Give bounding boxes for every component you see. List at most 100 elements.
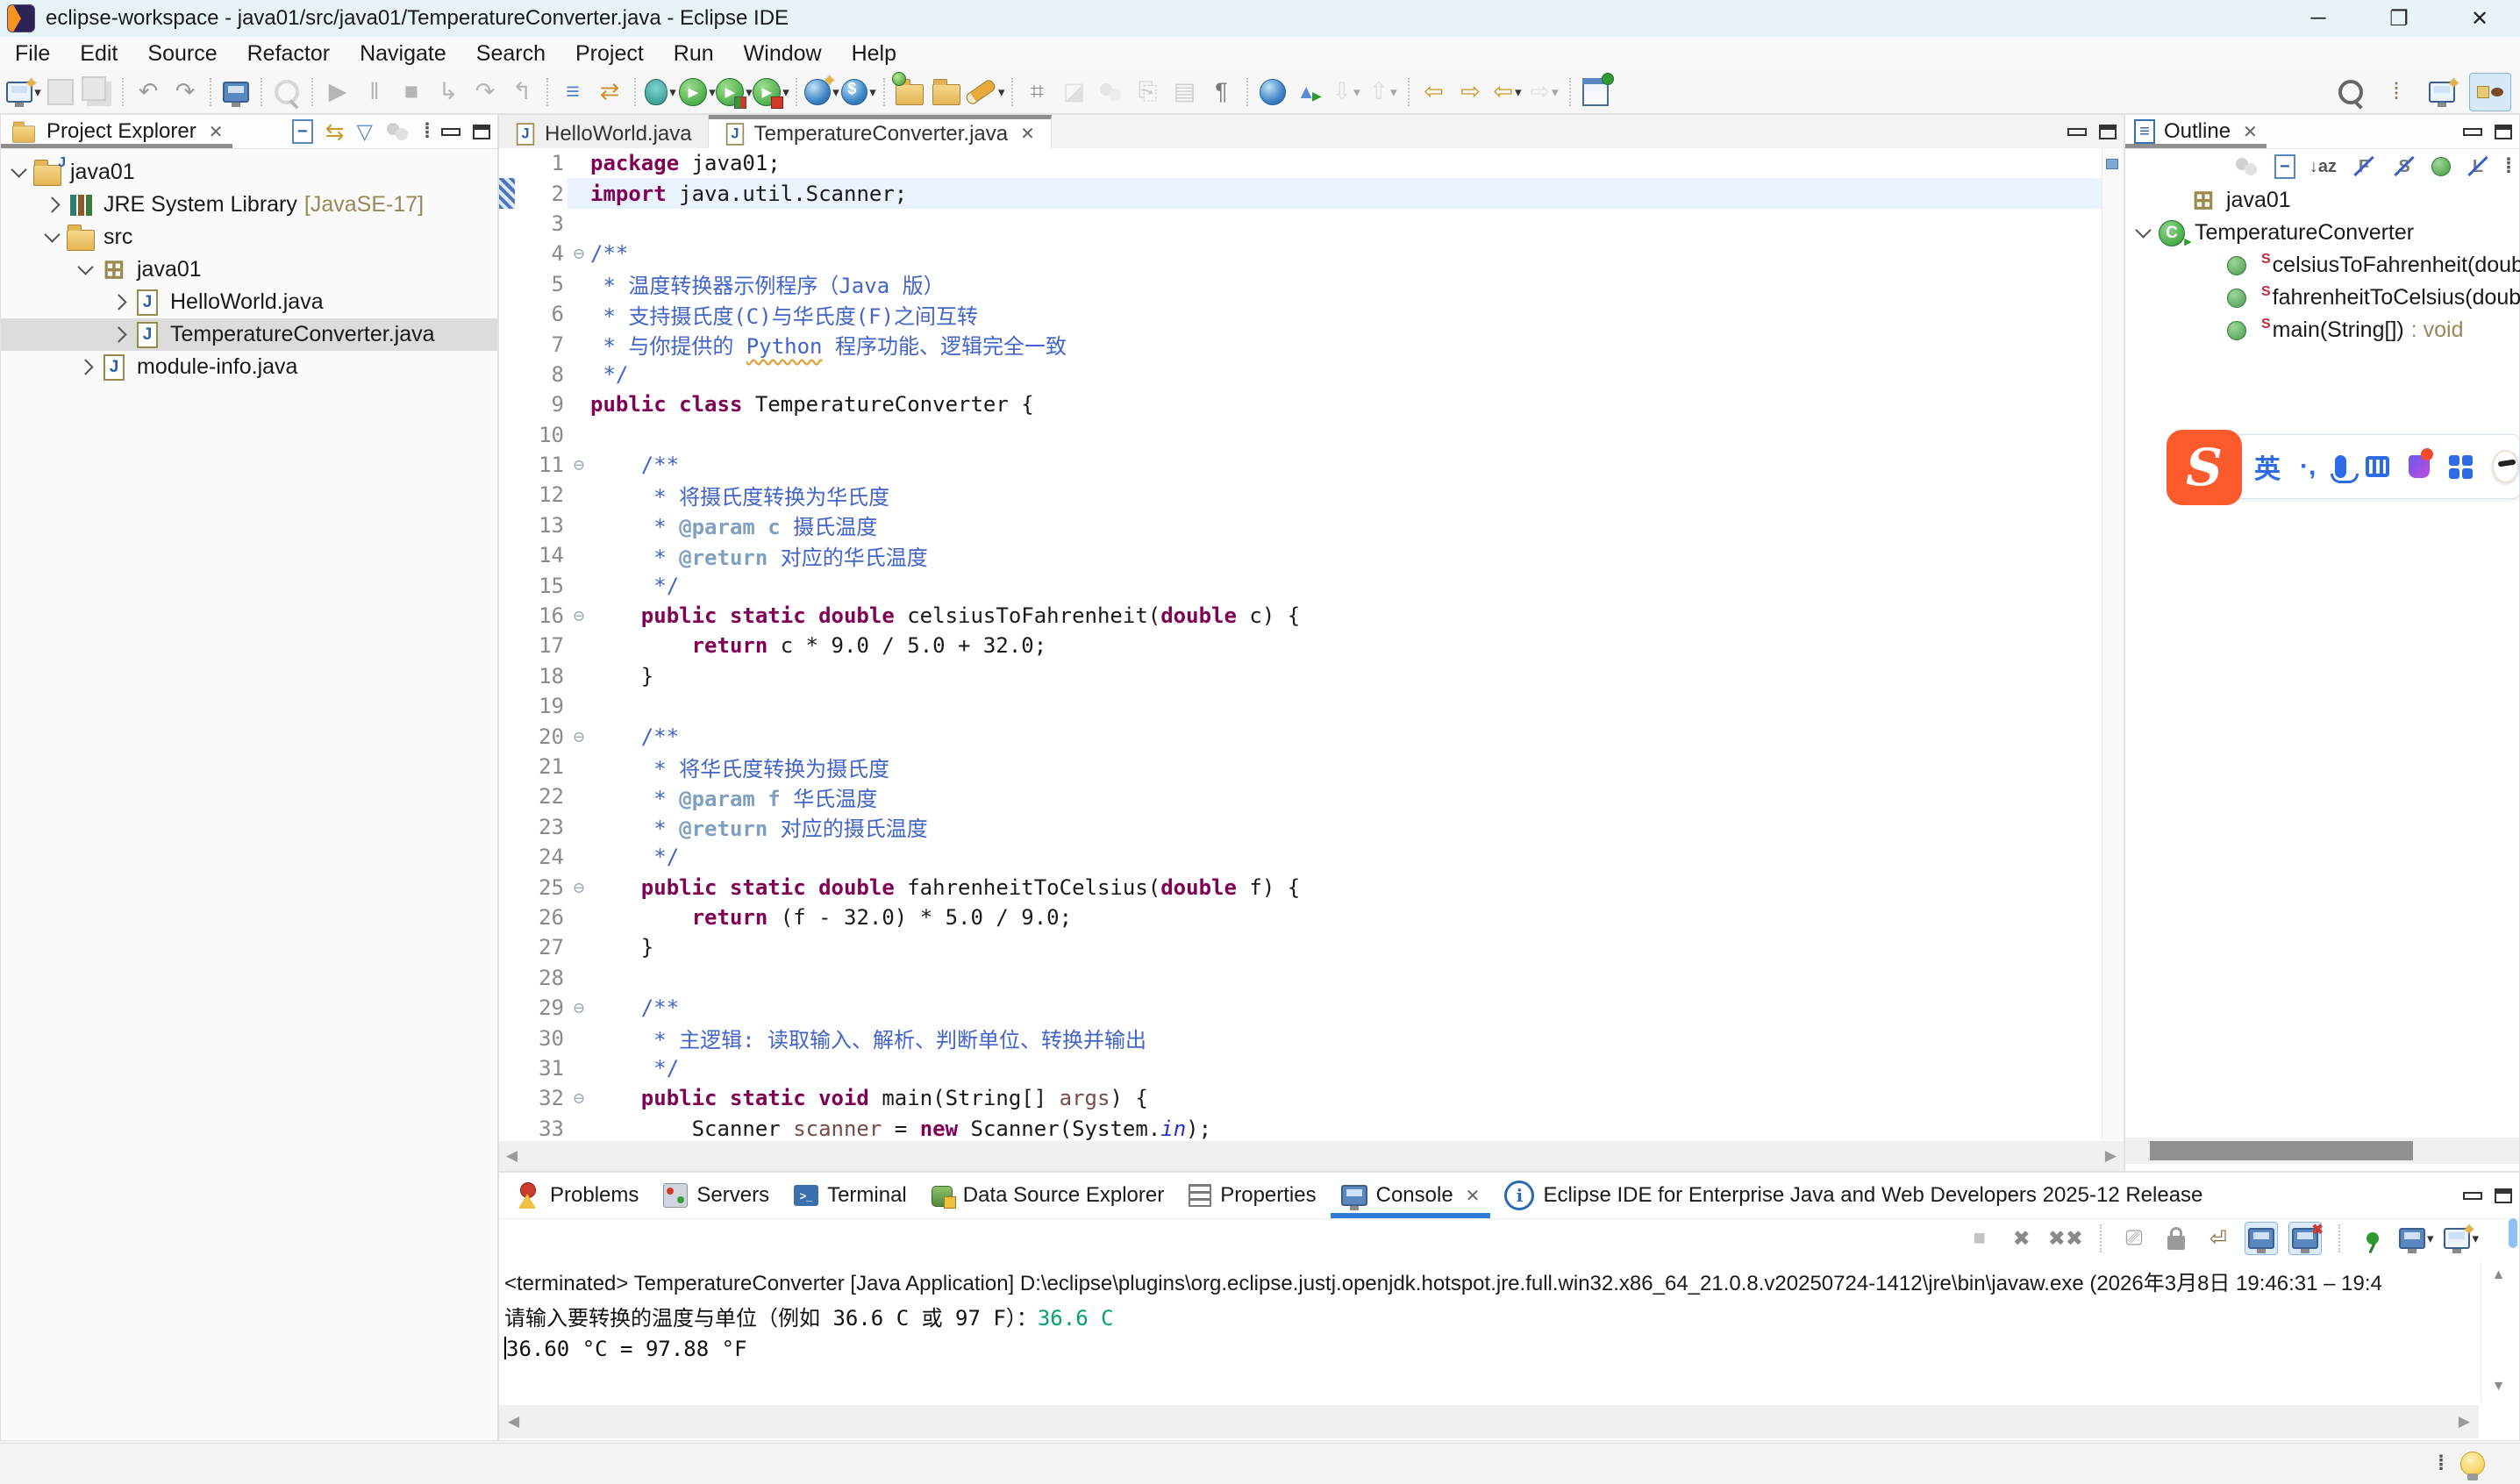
dropdown-arrow-icon[interactable]: ▾ [782,84,789,100]
resume[interactable]: ▶ [319,74,356,111]
hide-local-types-icon[interactable]: L [2465,153,2491,180]
open-element-icon[interactable] [218,74,254,111]
next-annotation[interactable]: ⇩▾ [1328,74,1365,111]
dropdown-arrow-icon[interactable]: ▾ [869,84,876,100]
suspend[interactable]: ‖ [356,74,393,111]
new-web-wizard-icon[interactable]: ✦▾ [803,74,840,111]
menu-refactor[interactable]: Refactor [232,37,345,70]
tree-item-jre-system-library[interactable]: JRE System Library [JavaSE-17] [1,189,497,221]
terminate[interactable]: ■ [1964,1223,1995,1254]
show-public-icon[interactable] [2431,157,2451,176]
fold-collapse-icon[interactable]: ⊖ [568,726,590,747]
expander-icon[interactable] [2135,222,2151,238]
emoji-icon[interactable] [2492,450,2519,483]
dropdown-arrow-icon[interactable]: ▾ [746,84,753,100]
bubbles-icon[interactable] [385,121,411,142]
step-into[interactable]: ↳ [430,74,467,111]
forward-history[interactable]: ⇨▾ [1526,74,1563,111]
step-return[interactable]: ↰ [503,74,540,111]
fold-collapse-icon[interactable]: ⊖ [568,605,590,626]
minimize-button[interactable]: ─ [2278,0,2359,37]
minimize-icon[interactable] [2067,128,2087,136]
editor-hscrollbar[interactable]: ◀ ▶ [499,1141,2124,1171]
console-vscrollbar[interactable]: ▲ ▼ [2481,1260,2516,1402]
view-menu[interactable]: ⁞ [2378,74,2415,111]
close-icon[interactable]: ✕ [1466,1185,1481,1207]
remove-launch[interactable]: ✖ [2006,1223,2038,1254]
dropdown-arrow-icon[interactable]: ▾ [1552,84,1559,100]
sogou-logo-icon[interactable]: S [2167,430,2242,505]
highlighter-icon[interactable]: ▾ [965,74,1005,111]
scrollbar-thumb[interactable] [2150,1141,2413,1160]
back-history[interactable]: ⇦▾ [1489,74,1526,111]
code-editor[interactable]: 1package java01;2import java.util.Scanne… [499,148,2102,1141]
convert-doc[interactable]: ⎘ [1130,74,1167,111]
expander-icon[interactable] [44,226,60,242]
prev-annotation[interactable]: ⇧▾ [1365,74,1402,111]
tab-project-explorer[interactable]: Project Explorer ✕ [1,115,232,148]
menu-window[interactable]: Window [729,37,837,70]
keyboard-icon[interactable] [2366,456,2389,477]
maximize-icon[interactable] [2495,125,2512,139]
menu-help[interactable]: Help [837,37,911,70]
expander-icon[interactable] [11,161,26,177]
fold-collapse-icon[interactable]: ⊖ [568,997,590,1018]
close-button[interactable]: ✕ [2439,0,2520,37]
hide-fields-icon[interactable]: F [2351,153,2377,180]
link-with-editor-icon[interactable]: ⇆ [325,118,345,146]
redo[interactable]: ↷ [167,74,203,111]
scroll-down-icon[interactable]: ▼ [2492,1379,2506,1395]
dropdown-arrow-icon[interactable]: ▾ [1515,84,1522,100]
view-menu-icon[interactable]: ⁞ [2505,154,2510,179]
sort-icon[interactable]: ↓az [2309,157,2337,177]
pin-editor-icon[interactable] [1577,74,1614,111]
editor-tab-helloworld-java[interactable]: JHelloWorld.java [499,115,709,148]
restore-button[interactable]: ❐ [2359,0,2439,37]
tree-item-celsiustofahrenheit-double-[interactable]: ScelsiusToFahrenheit(double) [2125,249,2519,282]
status-menu-icon[interactable]: ⁞ [2438,1452,2443,1476]
step-over[interactable]: ↷ [467,74,503,111]
fold-collapse-icon[interactable]: ⊖ [568,877,590,898]
scroll-up-icon[interactable]: ▲ [2492,1267,2506,1283]
tab-outline[interactable]: ≡ Outline ✕ [2125,115,2267,148]
search-icon[interactable] [2332,74,2369,111]
maximize-icon[interactable] [473,125,490,139]
expander-icon[interactable] [77,259,93,275]
show-execution[interactable]: ≡ [554,74,591,111]
close-icon[interactable]: ✕ [2243,121,2258,143]
microphone-icon[interactable] [2335,455,2346,478]
open-folder-icon[interactable] [928,74,965,111]
dropdown-arrow-icon[interactable]: ▾ [1390,84,1397,100]
save-icon[interactable] [42,74,79,111]
run-external-icon[interactable]: ▲▶ [1291,74,1328,111]
expander-icon[interactable] [111,326,126,342]
java-ee-tools-icon[interactable]: $▾ [840,74,877,111]
bubbles-icon[interactable] [1093,74,1130,111]
menu-source[interactable]: Source [132,37,232,70]
menu-run[interactable]: Run [659,37,729,70]
tree-item-temperatureconverter-java[interactable]: JTemperatureConverter.java [1,318,497,351]
close-icon[interactable]: ✕ [209,121,224,143]
tab-console[interactable]: Console✕ [1331,1173,1491,1218]
tab-terminal[interactable]: >_Terminal [783,1173,917,1218]
expander-icon[interactable] [111,294,126,310]
undo[interactable]: ↶ [130,74,167,111]
tree-item-helloworld-java[interactable]: JHelloWorld.java [1,286,497,318]
clear-console[interactable]: ⎚ [2118,1223,2150,1254]
debug-icon[interactable]: ▾ [642,74,679,111]
menu-search[interactable]: Search [461,37,560,70]
tree-item-java01[interactable]: ⊞java01 [2125,184,2519,217]
use-step-filters[interactable]: ⇄ [591,74,628,111]
skip-all-breakpoints-icon[interactable] [268,74,305,111]
tab-data-source-explorer[interactable]: Data Source Explorer [921,1173,1174,1218]
collapse-all-icon[interactable]: − [292,119,313,144]
run-icon[interactable]: ▶▾ [679,74,716,111]
hide-static-icon[interactable]: S [2391,153,2417,180]
tree-item-src[interactable]: src [1,221,497,253]
scroll-on-stdout-icon[interactable] [2245,1222,2278,1255]
word-wrap[interactable]: ⏎ [2202,1223,2234,1254]
mark-occurrences[interactable]: ⌗ [1019,74,1056,111]
last-edit-location[interactable]: ⇦ [1416,74,1453,111]
editor-tab-temperatureconverter-java[interactable]: JTemperatureConverter.java✕ [709,115,1052,148]
scroll-right-icon[interactable]: ▶ [2105,1147,2117,1165]
